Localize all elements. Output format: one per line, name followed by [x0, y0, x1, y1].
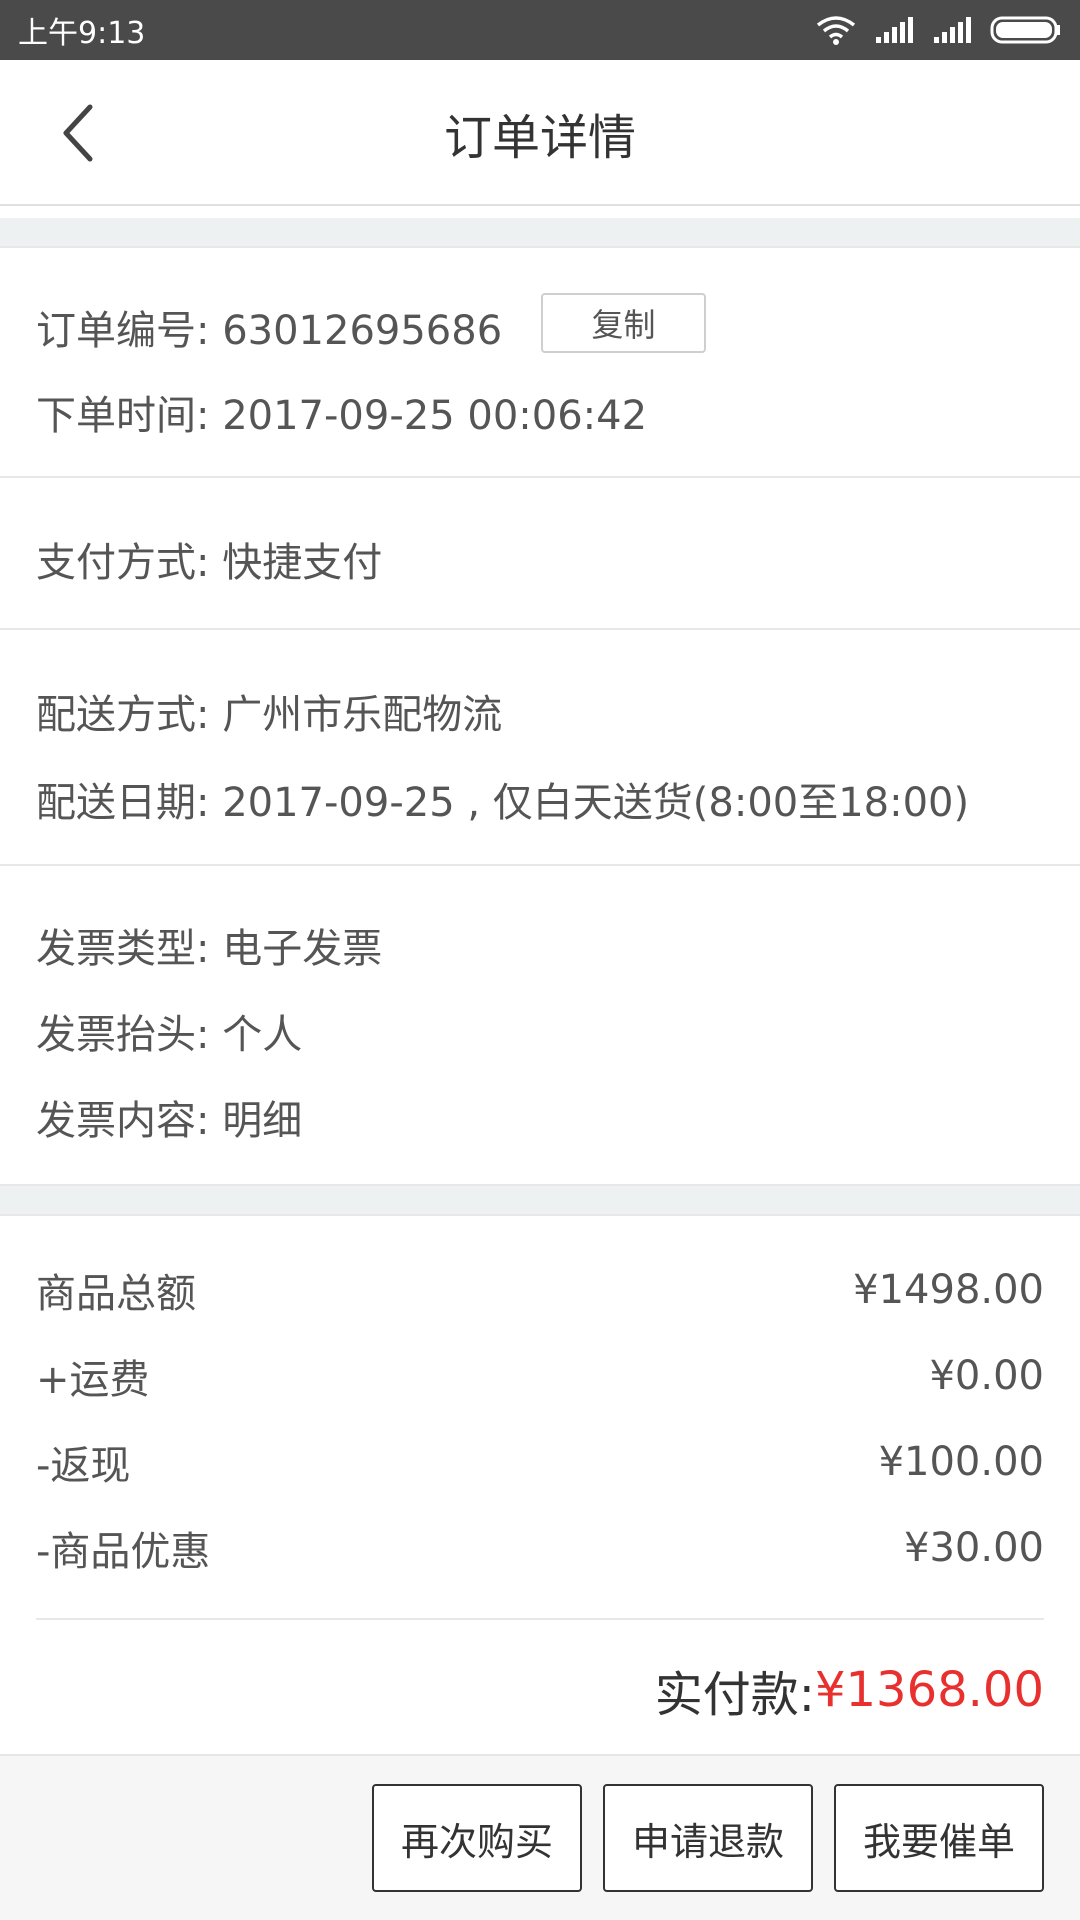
- invoice-title-value: 个人: [222, 1012, 303, 1058]
- delivery-method-row: 配送方式: 广州市乐配物流: [36, 682, 502, 740]
- invoice-content-label: 发票内容:: [36, 1098, 210, 1144]
- urge-order-button[interactable]: 我要催单: [834, 1784, 1044, 1892]
- cost-label: +运费: [36, 1357, 150, 1403]
- divider: [36, 1618, 1044, 1620]
- order-time-label: 下单时间:: [36, 393, 210, 439]
- invoice-title-label: 发票抬头:: [36, 1012, 210, 1058]
- cost-label: -商品优惠: [36, 1529, 211, 1575]
- order-time-value: 2017-09-25 00:06:42: [222, 393, 648, 439]
- page-title: 订单详情: [443, 110, 636, 166]
- refund-button[interactable]: 申请退款: [603, 1784, 813, 1892]
- divider: [0, 1214, 1080, 1216]
- section-gap: [0, 218, 1080, 246]
- invoice-type-row: 发票类型: 电子发票: [36, 916, 382, 974]
- wifi-icon: [816, 16, 856, 45]
- order-time-row: 下单时间: 2017-09-25 00:06:42: [36, 383, 647, 441]
- invoice-content-value: 明细: [222, 1098, 303, 1144]
- cost-row: -商品优惠 ¥30.00: [36, 1520, 1044, 1576]
- delivery-date-label: 配送日期:: [36, 780, 210, 826]
- cost-label: -返现: [36, 1443, 131, 1489]
- divider: [0, 476, 1080, 478]
- order-info-section: [0, 248, 1080, 476]
- status-bar: 上午9:13: [0, 0, 1080, 60]
- battery-icon: [990, 16, 1060, 44]
- divider: [0, 864, 1080, 866]
- cost-value: ¥100.00: [878, 1439, 1044, 1485]
- bottom-action-bar: 再次购买 申请退款 我要催单: [0, 1754, 1080, 1920]
- cost-row: 商品总额 ¥1498.00: [36, 1262, 1044, 1318]
- payment-method-value: 快捷支付: [222, 540, 383, 586]
- delivery-method-value: 广州市乐配物流: [222, 692, 503, 738]
- total-row: 实付款: ¥1368.00: [655, 1654, 1044, 1726]
- signal-icon: [876, 17, 913, 43]
- status-icons: [816, 15, 1062, 45]
- cost-row: -返现 ¥100.00: [36, 1434, 1044, 1490]
- delivery-date-row: 配送日期: 2017-09-25 , 仅白天送货(8:00至18:00): [36, 770, 969, 828]
- delivery-date-value: 2017-09-25 , 仅白天送货(8:00至18:00): [222, 780, 970, 826]
- signal-icon: [934, 17, 971, 43]
- delivery-method-label: 配送方式:: [36, 692, 210, 738]
- payment-method-row: 支付方式: 快捷支付: [36, 530, 382, 588]
- status-time: 上午9:13: [18, 16, 146, 51]
- cost-value: ¥30.00: [904, 1525, 1044, 1571]
- divider: [0, 628, 1080, 630]
- cost-value: ¥1498.00: [853, 1267, 1044, 1313]
- copy-button[interactable]: 复制: [541, 293, 706, 353]
- order-number-label: 订单编号:: [36, 308, 210, 354]
- cost-value: ¥0.00: [929, 1353, 1044, 1399]
- invoice-type-label: 发票类型:: [36, 926, 210, 972]
- cost-label: 商品总额: [36, 1271, 196, 1317]
- invoice-type-value: 电子发票: [222, 926, 383, 972]
- invoice-title-row: 发票抬头: 个人: [36, 1002, 302, 1060]
- invoice-content-row: 发票内容: 明细: [36, 1088, 302, 1146]
- total-label: 实付款:: [654, 1667, 815, 1723]
- total-value: ¥1368.00: [814, 1662, 1044, 1718]
- buy-again-button[interactable]: 再次购买: [372, 1784, 582, 1892]
- title-bar: 订单详情: [0, 60, 1080, 206]
- order-number-value: 63012695686: [222, 308, 503, 354]
- section-gap: [0, 1186, 1080, 1214]
- order-number-row: 订单编号: 63012695686: [36, 298, 502, 356]
- payment-method-label: 支付方式:: [36, 540, 210, 586]
- cost-row: +运费 ¥0.00: [36, 1348, 1044, 1404]
